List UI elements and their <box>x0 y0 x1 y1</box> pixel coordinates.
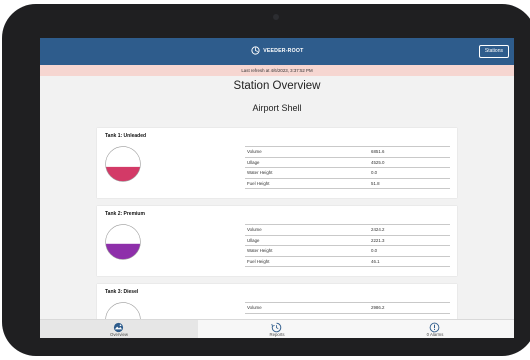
tab-alarms[interactable]: 0 Alarms <box>356 320 514 338</box>
metric-label: Fuel Height <box>247 180 270 186</box>
metric-row-water-height: Water Height 0.0 <box>245 245 450 256</box>
tank-level-gauge <box>105 146 141 182</box>
overview-content[interactable]: Station Overview Airport Shell Tank 1: U… <box>40 76 514 319</box>
metric-value: 4525.0 <box>371 159 385 165</box>
brand-logo: VEEDER-ROOT <box>40 44 514 58</box>
metric-label: Ullage <box>247 237 260 243</box>
tab-reports[interactable]: Reports <box>198 320 356 338</box>
tab-label: Reports <box>269 332 285 337</box>
tank-title: Tank 1: Unleaded <box>105 133 147 139</box>
metric-row-fuel-height: Fuel Height 51.8 <box>245 177 450 189</box>
metric-label: Volume <box>247 227 262 232</box>
camera-dot <box>273 14 279 20</box>
tank-fuel-fill <box>105 243 141 260</box>
metric-label: Water Height <box>247 248 273 253</box>
metric-row-volume: Volume 6851.6 <box>245 146 450 157</box>
metric-label: Water Height <box>247 170 273 175</box>
tab-label: Overview <box>110 332 128 337</box>
tank-metrics-table: Volume 6851.6 Ullage 4525.0 Water Height… <box>245 146 450 189</box>
logo-icon <box>250 46 260 55</box>
metric-label: Volume <box>247 305 262 310</box>
tank-title: Tank 2: Premium <box>105 211 145 217</box>
tab-overview[interactable]: Overview <box>40 320 198 338</box>
metric-value: 0.0 <box>371 170 378 175</box>
tank-level-gauge <box>105 224 141 260</box>
tank-metrics-table: Volume 2986.2 <box>245 302 450 314</box>
stations-button[interactable]: Stations <box>478 45 509 58</box>
metric-row-ullage: Ullage 4525.0 <box>245 156 450 168</box>
brand-name: VEEDER-ROOT <box>263 48 304 54</box>
tank-card-diesel[interactable]: Tank 3: Diesel Volume 2986.2 <box>97 284 457 319</box>
app-screen: VEEDER-ROOT Stations Last refresh at 4/6… <box>40 38 514 338</box>
last-refresh-banner: Last refresh at 4/6/2023, 3:37:52 PM <box>40 65 514 76</box>
tank-metrics-table: Volume 2424.2 Ullage 2221.3 Water Height… <box>245 224 450 267</box>
metric-label: Volume <box>247 149 262 154</box>
tab-label: 0 Alarms <box>426 332 444 337</box>
tank-card-unleaded[interactable]: Tank 1: Unleaded Volume 6851.6 Ullage 45… <box>97 128 457 198</box>
metric-row-fuel-height: Fuel Height 46.1 <box>245 255 450 267</box>
metric-value: 0.0 <box>371 248 378 253</box>
metric-value: 2221.3 <box>371 237 385 243</box>
metric-row-volume: Volume 2424.2 <box>245 224 450 235</box>
metric-value: 46.1 <box>371 258 380 264</box>
tank-title: Tank 3: Diesel <box>105 289 139 295</box>
metric-row-volume: Volume 2986.2 <box>245 302 450 314</box>
metric-row-water-height: Water Height 0.0 <box>245 167 450 178</box>
metric-label: Ullage <box>247 159 260 165</box>
page-title: Station Overview <box>233 80 321 92</box>
tablet-frame: VEEDER-ROOT Stations Last refresh at 4/6… <box>2 4 530 356</box>
tank-card-premium[interactable]: Tank 2: Premium Volume 2424.2 Ullage 222… <box>97 206 457 276</box>
bottom-tab-bar: Overview Reports 0 Alarms <box>40 319 514 338</box>
top-navbar: VEEDER-ROOT Stations <box>40 38 514 65</box>
tank-level-gauge <box>105 302 141 319</box>
metric-value: 2986.2 <box>371 305 385 310</box>
metric-value: 51.8 <box>371 180 380 186</box>
metric-value: 6851.6 <box>371 149 385 154</box>
metric-value: 2424.2 <box>371 227 385 232</box>
metric-row-ullage: Ullage 2221.3 <box>245 234 450 246</box>
tank-fuel-fill <box>105 166 141 182</box>
station-name: Airport Shell <box>252 103 302 113</box>
metric-label: Fuel Height <box>247 258 270 264</box>
